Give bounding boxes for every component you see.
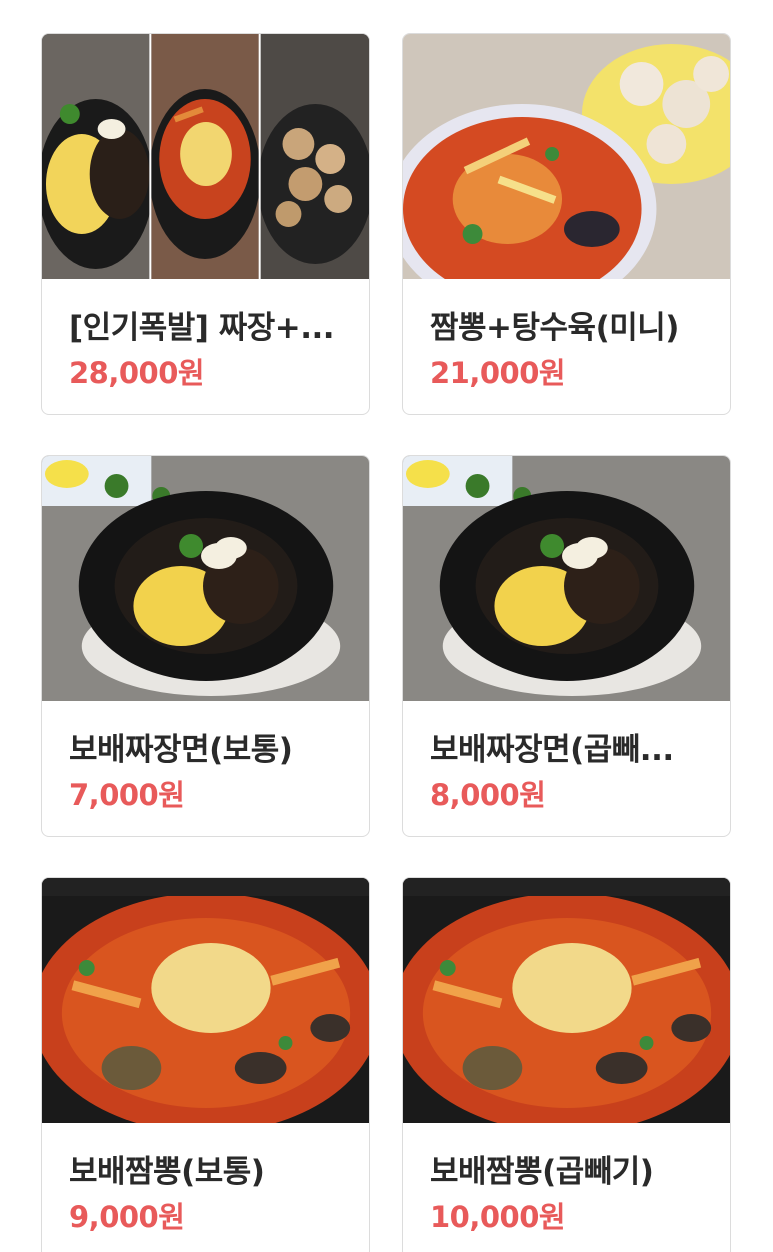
menu-card[interactable]: 보배짜장면(보통) 7,000원 bbox=[41, 455, 370, 837]
menu-item-price: 28,000원 bbox=[69, 356, 205, 390]
menu-grid: [인기폭발] 짜장+... 28,000원 짬뽕+탕수육(미니) 21,000원… bbox=[0, 0, 773, 1252]
menu-item-price: 9,000원 bbox=[69, 1200, 185, 1234]
menu-item-image[interactable] bbox=[42, 34, 369, 279]
menu-item-price: 10,000원 bbox=[430, 1200, 566, 1234]
menu-item-price: 8,000원 bbox=[430, 778, 546, 812]
menu-item-image[interactable] bbox=[403, 878, 730, 1123]
menu-item-name: 보배짬뽕(보통) bbox=[69, 1154, 265, 1190]
menu-item-name: 보배짬뽕(곱빼기) bbox=[430, 1154, 654, 1190]
menu-card[interactable]: 보배짬뽕(보통) 9,000원 bbox=[41, 877, 370, 1252]
menu-card[interactable]: 보배짬뽕(곱빼기) 10,000원 bbox=[402, 877, 731, 1252]
menu-item-name: [인기폭발] 짜장+... bbox=[69, 310, 335, 346]
menu-item-price: 7,000원 bbox=[69, 778, 185, 812]
menu-item-name: 짬뽕+탕수육(미니) bbox=[430, 310, 679, 346]
menu-item-image[interactable] bbox=[403, 34, 730, 279]
menu-item-image[interactable] bbox=[42, 456, 369, 701]
menu-card[interactable]: 짬뽕+탕수육(미니) 21,000원 bbox=[402, 33, 731, 415]
menu-item-price: 21,000원 bbox=[430, 356, 566, 390]
menu-item-image[interactable] bbox=[42, 878, 369, 1123]
menu-item-name: 보배짜장면(보통) bbox=[69, 732, 293, 768]
menu-card[interactable]: [인기폭발] 짜장+... 28,000원 bbox=[41, 33, 370, 415]
menu-item-image[interactable] bbox=[403, 456, 730, 701]
menu-item-name: 보배짜장면(곱빼... bbox=[430, 732, 674, 768]
menu-card[interactable]: 보배짜장면(곱빼... 8,000원 bbox=[402, 455, 731, 837]
